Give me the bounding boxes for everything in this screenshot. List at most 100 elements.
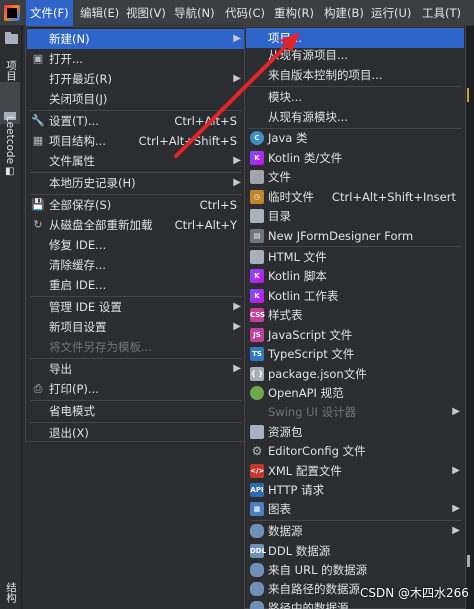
submenu-item-project-from-existing[interactable]: 从现有源项目...	[246, 45, 464, 65]
shortcut-label: Ctrl+Alt+Y	[174, 218, 237, 232]
menu-item-label: package.json文件	[268, 367, 367, 381]
submenu-item-diagram[interactable]: ▦ 图表 ▶	[246, 499, 464, 519]
typescript-file-icon: TS	[250, 347, 264, 361]
submenu-item-ddl-data-source[interactable]: DDL DDL 数据源	[246, 541, 464, 561]
editor-area	[466, 26, 474, 609]
submenu-item-xml-config[interactable]: </> XML 配置文件 ▶	[246, 461, 464, 481]
submenu-item-data-source-url[interactable]: 来自 URL 的数据源	[246, 560, 464, 580]
submenu-item-resource-bundle[interactable]: 资源包	[246, 422, 464, 442]
submenu-item-jformdesigner[interactable]: ▤ New JFormDesigner Form	[246, 226, 464, 246]
menu-item-settings[interactable]: 🔧 设置(T)... Ctrl+Alt+S	[27, 111, 245, 131]
shortcut-label: Ctrl+S	[199, 198, 237, 212]
menu-item-manage-ide-settings[interactable]: 管理 IDE 设置 ▶	[27, 297, 245, 317]
menu-item-label: 重启 IDE...	[49, 278, 107, 292]
submenu-item-stylesheet[interactable]: CSS 样式表	[246, 305, 464, 325]
menu-item-open[interactable]: ▣ 打开...	[27, 49, 245, 69]
menu-item-repair-ide[interactable]: 修复 IDE...	[27, 235, 245, 255]
menu-item-label: Swing UI 设计器	[268, 405, 357, 419]
submenu-item-kotlin-worksheet[interactable]: K Kotlin 工作表	[246, 286, 464, 306]
submenu-item-package-json[interactable]: { } package.json文件	[246, 364, 464, 384]
menu-item-label: TypeScript 文件	[268, 347, 355, 361]
menu-tools[interactable]: 工具(T)	[418, 0, 465, 26]
menu-item-label: 数据源	[268, 524, 303, 538]
java-class-icon: C	[250, 131, 264, 145]
chevron-right-icon: ▶	[233, 363, 241, 374]
submenu-item-directory[interactable]: 目录	[246, 206, 464, 226]
menu-refactor[interactable]: 重构(R)	[270, 0, 318, 26]
menu-item-power-save[interactable]: 省电模式	[27, 401, 245, 421]
leetcode-tool-label[interactable]: Leetcode	[4, 116, 16, 164]
submenu-item-project-from-vcs[interactable]: 来自版本控制的项目...	[246, 65, 464, 85]
menu-item-label: 模块...	[268, 90, 302, 104]
menu-item-label: OpenAPI 规范	[268, 386, 344, 400]
menu-item-local-history[interactable]: 本地历史记录(H) ▶	[27, 173, 245, 193]
submenu-item-kotlin-script[interactable]: K Kotlin 脚本	[246, 266, 464, 286]
menu-file[interactable]: 文件(F)	[26, 0, 73, 26]
submenu-item-kotlin-class[interactable]: K Kotlin 类/文件	[246, 148, 464, 168]
submenu-item-typescript-file[interactable]: TS TypeScript 文件	[246, 344, 464, 364]
menu-edit[interactable]: 编辑(E)	[76, 0, 123, 26]
menu-item-label: XML 配置文件	[268, 464, 342, 478]
menu-item-reload-all[interactable]: ↻ 从磁盘全部重新加载 Ctrl+Alt+Y	[27, 215, 245, 235]
submenu-item-module[interactable]: 模块...	[246, 87, 464, 107]
menu-navigate[interactable]: 导航(N)	[170, 0, 219, 26]
menu-code[interactable]: 代码(C)	[221, 0, 269, 26]
submenu-item-java-class[interactable]: C Java 类	[246, 128, 464, 148]
wrench-icon: 🔧	[31, 114, 45, 127]
menu-item-label: 项目...	[268, 31, 302, 45]
menu-view[interactable]: 视图(V)	[122, 0, 170, 26]
left-tool-strip: 项目 Leetcode ◧ 结构	[0, 26, 22, 609]
menu-build[interactable]: 构建(B)	[320, 0, 368, 26]
submenu-item-scratch-file[interactable]: ◷ 临时文件 Ctrl+Alt+Shift+Insert	[246, 187, 464, 207]
menu-item-label: 修复 IDE...	[49, 238, 107, 252]
menu-item-label: 从磁盘全部重新加载	[49, 218, 153, 232]
javascript-file-icon: JS	[250, 328, 264, 342]
kotlin-script-icon: K	[250, 269, 264, 283]
menu-item-print[interactable]: ⎙ 打印(P)...	[27, 379, 245, 399]
database-url-icon	[250, 563, 264, 577]
project-tool-label[interactable]: 项目	[4, 60, 19, 81]
menu-item-label: 新建(N)	[49, 32, 90, 46]
menu-item-label: Kotlin 工作表	[268, 289, 339, 303]
submenu-item-module-from-existing[interactable]: 从现有源模块...	[246, 107, 464, 127]
chevron-right-icon: ▶	[452, 525, 460, 536]
csdn-watermark: CSDN @木四水266	[360, 586, 469, 600]
submenu-item-http-request[interactable]: API HTTP 请求	[246, 480, 464, 500]
menu-run[interactable]: 运行(U)	[367, 0, 415, 26]
new-submenu: 项目... 从现有源项目... 来自版本控制的项目... 模块... 从现有源模…	[244, 26, 466, 609]
submenu-item-html-file[interactable]: HTML 文件	[246, 247, 464, 267]
submenu-item-javascript-file[interactable]: JS JavaScript 文件	[246, 325, 464, 345]
menu-item-label: 新项目设置	[49, 320, 107, 334]
project-structure-icon: ▦	[32, 134, 44, 147]
leetcode-icon[interactable]: ◧	[5, 166, 14, 177]
menu-item-label: 文件属性	[49, 154, 95, 168]
menu-item-project-structure[interactable]: ▦ 项目结构... Ctrl+Alt+Shift+S	[27, 131, 245, 151]
structure-tool-label[interactable]: 结构	[4, 582, 19, 603]
intellij-logo-icon[interactable]	[4, 5, 20, 21]
menu-item-exit[interactable]: 退出(X)	[27, 423, 245, 443]
menu-item-label: 图表	[268, 502, 291, 516]
chevron-right-icon: ▶	[233, 301, 241, 312]
menu-item-label: 路径中的数据源	[268, 601, 349, 609]
submenu-item-file[interactable]: 文件	[246, 167, 464, 187]
submenu-item-openapi[interactable]: OpenAPI 规范	[246, 383, 464, 403]
menu-item-label: 管理 IDE 设置	[49, 300, 122, 314]
menu-item-save-all[interactable]: 💾 全部保存(S) Ctrl+S	[27, 195, 245, 215]
menu-item-close-project[interactable]: 关闭项目(J)	[27, 89, 245, 109]
menu-item-new[interactable]: 新建(N) ▶	[27, 29, 245, 49]
menu-item-file-properties[interactable]: 文件属性 ▶	[27, 151, 245, 171]
menu-item-new-project-settings[interactable]: 新项目设置 ▶	[27, 317, 245, 337]
menu-item-label: 来自版本控制的项目...	[268, 68, 383, 82]
project-folder-icon[interactable]	[5, 32, 18, 44]
menu-item-label: 打开...	[49, 52, 83, 66]
menu-item-restart-ide[interactable]: 重启 IDE...	[27, 275, 245, 295]
menu-item-export[interactable]: 导出 ▶	[27, 359, 245, 379]
database-icon	[250, 524, 264, 538]
submenu-item-data-source[interactable]: 数据源 ▶	[246, 521, 464, 541]
menu-item-label: JavaScript 文件	[268, 328, 353, 342]
menu-item-label: EditorConfig 文件	[268, 444, 366, 458]
menu-item-invalidate-caches[interactable]: 清除缓存...	[27, 255, 245, 275]
submenu-item-editorconfig[interactable]: ⚙ EditorConfig 文件	[246, 441, 464, 461]
menu-item-open-recent[interactable]: 打开最近(R) ▶	[27, 69, 245, 89]
menu-item-label: 将文件另存为模板...	[49, 340, 152, 354]
